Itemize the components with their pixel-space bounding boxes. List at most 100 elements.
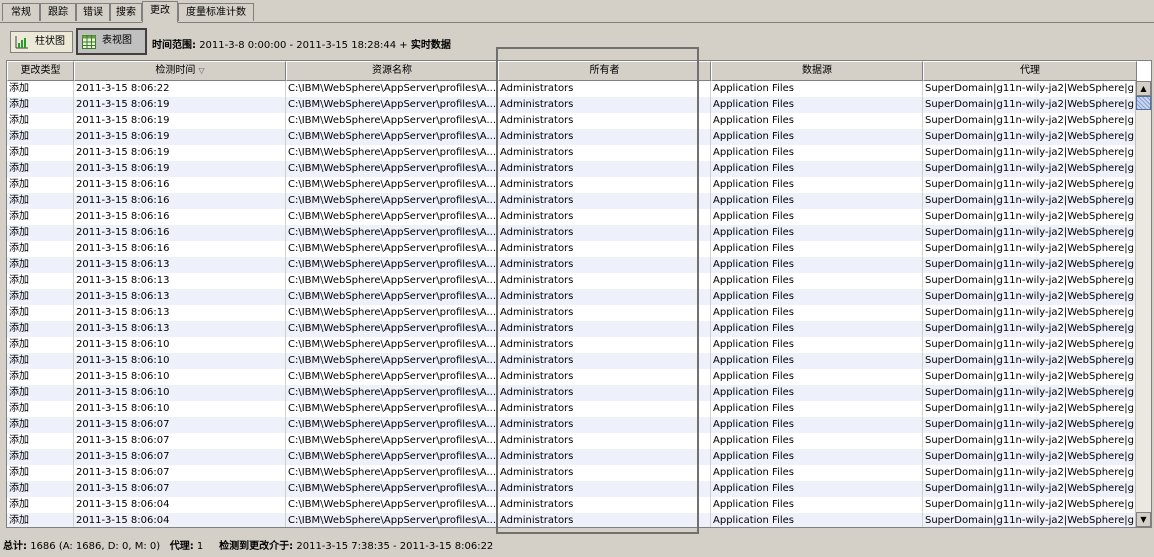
vertical-scrollbar[interactable]: ▲ ▼ [1135, 81, 1151, 527]
cell-detected-time: 2011-3-15 8:06:19 [74, 161, 286, 177]
tab-metric-count[interactable]: 度量标准计数 [178, 3, 254, 21]
cell-change-type: 添加 [7, 145, 74, 161]
cell-data-source: Application Files [711, 353, 923, 369]
table-body: 添加 2011-3-15 8:06:22 C:\IBM\WebSphere\AppS… [7, 81, 1137, 527]
table-row[interactable]: 添加 2011-3-15 8:06:13 C:\IBM\WebSphere\AppS… [7, 273, 1137, 289]
cell-resource-name: C:\IBM\WebSphere\AppServer\profiles\A... [286, 337, 498, 353]
table-row[interactable]: 添加 2011-3-15 8:06:07 C:\IBM\WebSphere\AppS… [7, 417, 1137, 433]
table-row[interactable]: 添加 2011-3-15 8:06:13 C:\IBM\WebSphere\AppS… [7, 305, 1137, 321]
cell-change-type: 添加 [7, 321, 74, 337]
cell-detected-time: 2011-3-15 8:06:16 [74, 193, 286, 209]
table-row[interactable]: 添加 2011-3-15 8:06:16 C:\IBM\WebSphere\AppS… [7, 209, 1137, 225]
cell-owner: Administrators [498, 321, 711, 337]
cell-agent: SuperDomain|g11n-wily-ja2|WebSphere|g... [923, 161, 1137, 177]
cell-data-source: Application Files [711, 273, 923, 289]
table-row[interactable]: 添加 2011-3-15 8:06:19 C:\IBM\WebSphere\AppS… [7, 129, 1137, 145]
cell-agent: SuperDomain|g11n-wily-ja2|WebSphere|g... [923, 113, 1137, 129]
table-row[interactable]: 添加 2011-3-15 8:06:19 C:\IBM\WebSphere\AppS… [7, 97, 1137, 113]
cell-change-type: 添加 [7, 497, 74, 513]
table-row[interactable]: 添加 2011-3-15 8:06:10 C:\IBM\WebSphere\AppS… [7, 353, 1137, 369]
column-header-agent[interactable]: 代理 [923, 61, 1137, 81]
cell-change-type: 添加 [7, 465, 74, 481]
cell-agent: SuperDomain|g11n-wily-ja2|WebSphere|g... [923, 369, 1137, 385]
tab-general[interactable]: 常规 [2, 3, 40, 21]
cell-agent: SuperDomain|g11n-wily-ja2|WebSphere|g... [923, 145, 1137, 161]
realtime-label: 实时数据 [410, 40, 451, 51]
column-header-resource-name[interactable]: 资源名称 [286, 61, 498, 81]
cell-agent: SuperDomain|g11n-wily-ja2|WebSphere|g... [923, 305, 1137, 321]
cell-agent: SuperDomain|g11n-wily-ja2|WebSphere|g... [923, 449, 1137, 465]
table-row[interactable]: 添加 2011-3-15 8:06:13 C:\IBM\WebSphere\AppS… [7, 321, 1137, 337]
cell-agent: SuperDomain|g11n-wily-ja2|WebSphere|g... [923, 417, 1137, 433]
cell-data-source: Application Files [711, 193, 923, 209]
chart-view-button[interactable]: 柱状图 [10, 31, 73, 53]
scroll-thumb[interactable] [1136, 96, 1151, 110]
table-row[interactable]: 添加 2011-3-15 8:06:19 C:\IBM\WebSphere\AppS… [7, 161, 1137, 177]
table-row[interactable]: 添加 2011-3-15 8:06:07 C:\IBM\WebSphere\AppS… [7, 433, 1137, 449]
scroll-down-arrow-icon: ▼ [1140, 515, 1147, 524]
cell-owner: Administrators [498, 305, 711, 321]
table-row[interactable]: 添加 2011-3-15 8:06:22 C:\IBM\WebSphere\AppS… [7, 81, 1137, 97]
cell-resource-name: C:\IBM\WebSphere\AppServer\profiles\A... [286, 273, 498, 289]
table-row[interactable]: 添加 2011-3-15 8:06:13 C:\IBM\WebSphere\AppS… [7, 257, 1137, 273]
table-row[interactable]: 添加 2011-3-15 8:06:13 C:\IBM\WebSphere\AppS… [7, 289, 1137, 305]
table-row[interactable]: 添加 2011-3-15 8:06:04 C:\IBM\WebSphere\AppS… [7, 497, 1137, 513]
changes-table[interactable]: 更改类型 检测时间 ▽ 资源名称 所有者 数据源 代理 添加 2011-3-15 … [6, 60, 1152, 528]
column-header-change-type[interactable]: 更改类型 [7, 61, 74, 81]
tab-errors[interactable]: 错误 [76, 3, 110, 21]
cell-resource-name: C:\IBM\WebSphere\AppServer\profiles\A... [286, 193, 498, 209]
table-row[interactable]: 添加 2011-3-15 8:06:10 C:\IBM\WebSphere\AppS… [7, 337, 1137, 353]
cell-owner: Administrators [498, 401, 711, 417]
cell-agent: SuperDomain|g11n-wily-ja2|WebSphere|g... [923, 401, 1137, 417]
cell-change-type: 添加 [7, 97, 74, 113]
cell-owner: Administrators [498, 161, 711, 177]
cell-resource-name: C:\IBM\WebSphere\AppServer\profiles\A... [286, 209, 498, 225]
cell-data-source: Application Files [711, 321, 923, 337]
cell-change-type: 添加 [7, 209, 74, 225]
column-header-data-source[interactable]: 数据源 [711, 61, 923, 81]
scroll-down-button[interactable]: ▼ [1136, 512, 1151, 527]
cell-data-source: Application Files [711, 97, 923, 113]
table-row[interactable]: 添加 2011-3-15 8:06:10 C:\IBM\WebSphere\AppS… [7, 401, 1137, 417]
table-view-button[interactable]: 表视图 [76, 28, 147, 55]
cell-data-source: Application Files [711, 497, 923, 513]
cell-agent: SuperDomain|g11n-wily-ja2|WebSphere|g... [923, 385, 1137, 401]
table-row[interactable]: 添加 2011-3-15 8:06:07 C:\IBM\WebSphere\AppS… [7, 465, 1137, 481]
table-row[interactable]: 添加 2011-3-15 8:06:07 C:\IBM\WebSphere\AppS… [7, 481, 1137, 497]
table-row[interactable]: 添加 2011-3-15 8:06:10 C:\IBM\WebSphere\AppS… [7, 385, 1137, 401]
tab-changes[interactable]: 更改 [142, 1, 178, 23]
scroll-up-button[interactable]: ▲ [1136, 81, 1151, 96]
tab-bar: 常规 跟踪 错误 搜索 更改 度量标准计数 [0, 0, 1154, 23]
table-row[interactable]: 添加 2011-3-15 8:06:07 C:\IBM\WebSphere\AppS… [7, 449, 1137, 465]
table-row[interactable]: 添加 2011-3-15 8:06:16 C:\IBM\WebSphere\AppS… [7, 241, 1137, 257]
cell-change-type: 添加 [7, 81, 74, 97]
cell-owner: Administrators [498, 273, 711, 289]
cell-data-source: Application Files [711, 385, 923, 401]
cell-resource-name: C:\IBM\WebSphere\AppServer\profiles\A... [286, 161, 498, 177]
cell-detected-time: 2011-3-15 8:06:10 [74, 401, 286, 417]
time-range: 时间范围: 2011-3-8 0:00:00 - 2011-3-15 18:28… [152, 36, 451, 51]
cell-resource-name: C:\IBM\WebSphere\AppServer\profiles\A... [286, 241, 498, 257]
table-row[interactable]: 添加 2011-3-15 8:06:19 C:\IBM\WebSphere\AppS… [7, 113, 1137, 129]
agent-label: 代理: [169, 541, 194, 552]
table-row[interactable]: 添加 2011-3-15 8:06:16 C:\IBM\WebSphere\AppS… [7, 177, 1137, 193]
cell-owner: Administrators [498, 177, 711, 193]
cell-change-type: 添加 [7, 161, 74, 177]
cell-data-source: Application Files [711, 177, 923, 193]
cell-data-source: Application Files [711, 225, 923, 241]
table-row[interactable]: 添加 2011-3-15 8:06:19 C:\IBM\WebSphere\AppS… [7, 145, 1137, 161]
table-row[interactable]: 添加 2011-3-15 8:06:04 C:\IBM\WebSphere\AppS… [7, 513, 1137, 527]
cell-detected-time: 2011-3-15 8:06:13 [74, 289, 286, 305]
tab-search[interactable]: 搜索 [110, 3, 142, 21]
column-header-detected-time[interactable]: 检测时间 ▽ [74, 61, 286, 81]
table-row[interactable]: 添加 2011-3-15 8:06:16 C:\IBM\WebSphere\AppS… [7, 193, 1137, 209]
table-grid-icon [82, 35, 96, 49]
cell-resource-name: C:\IBM\WebSphere\AppServer\profiles\A... [286, 305, 498, 321]
column-header-owner[interactable]: 所有者 [498, 61, 711, 81]
table-row[interactable]: 添加 2011-3-15 8:06:16 C:\IBM\WebSphere\AppS… [7, 225, 1137, 241]
tab-trace[interactable]: 跟踪 [40, 3, 76, 21]
table-row[interactable]: 添加 2011-3-15 8:06:10 C:\IBM\WebSphere\AppS… [7, 369, 1137, 385]
cell-data-source: Application Files [711, 369, 923, 385]
agent-value: 1 [196, 541, 204, 552]
cell-data-source: Application Files [711, 81, 923, 97]
